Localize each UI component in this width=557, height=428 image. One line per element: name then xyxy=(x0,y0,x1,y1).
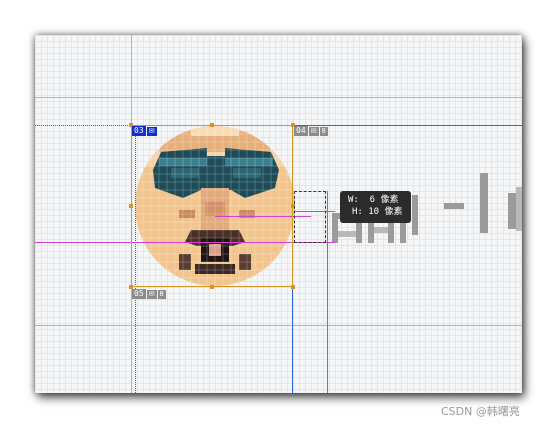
layer-tag-04[interactable]: 04 ✉ 8 xyxy=(294,126,328,136)
watermark: CSDN @韩曙亮 xyxy=(441,405,520,418)
lock-icon: 8 xyxy=(157,289,166,299)
dimension-tooltip: W: 6 像素 H: 10 像素 xyxy=(340,191,411,223)
guide-line-horizontal[interactable] xyxy=(35,325,522,326)
layer-number: 05 xyxy=(132,289,146,299)
selection-handle[interactable] xyxy=(291,285,295,289)
selection-handle[interactable] xyxy=(129,204,133,208)
image-icon: ✉ xyxy=(146,126,157,136)
layer-tag-03[interactable]: 03 ✉ xyxy=(132,126,157,136)
selection-box[interactable] xyxy=(131,125,293,287)
layer-number: 03 xyxy=(132,126,146,136)
pixel-canvas[interactable]: 03 ✉ 04 ✉ 8 05 ✉ 8 xyxy=(35,35,522,393)
layer-tag-05[interactable]: 05 ✉ 8 xyxy=(132,289,166,299)
image-icon: ✉ xyxy=(308,126,319,136)
measure-line xyxy=(327,191,328,393)
measure-region xyxy=(294,191,326,243)
tooltip-height: H: 10 像素 xyxy=(352,207,403,217)
tooltip-width: W: 6 像素 xyxy=(348,195,399,205)
lock-icon: 8 xyxy=(319,126,328,136)
selection-handle[interactable] xyxy=(210,123,214,127)
guide-line-horizontal[interactable] xyxy=(35,97,522,98)
selection-handle[interactable] xyxy=(210,285,214,289)
image-icon: ✉ xyxy=(146,289,157,299)
guide-line-horizontal[interactable] xyxy=(295,125,522,126)
layer-number: 04 xyxy=(294,126,308,136)
